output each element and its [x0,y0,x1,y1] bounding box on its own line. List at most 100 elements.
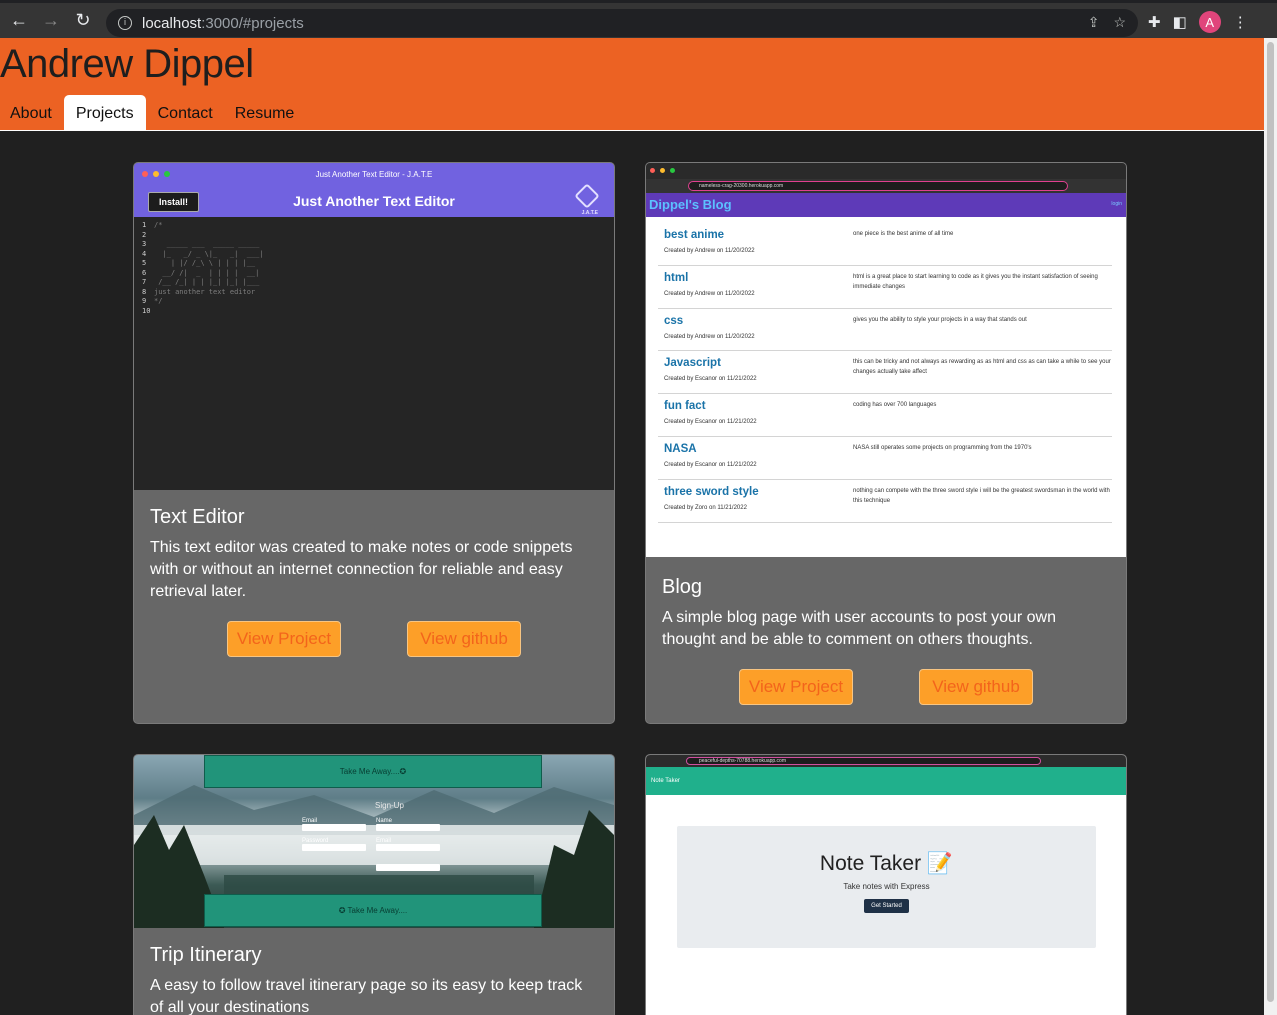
jate-logo-icon [574,183,600,209]
trip-bottom-banner: ✪ Take Me Away.... [204,894,542,927]
profile-avatar[interactable]: A [1198,11,1221,33]
blog-post-meta: Created by Escanor on 11/21/2022 [664,376,757,383]
browser-toolbar: ← → ↻ i localhost:3000/#projects ⇪ ☆ ✚ ◧… [0,0,1277,38]
info-icon[interactable]: i [118,16,132,30]
note-heading: Note Taker 📝 [819,852,954,875]
line-number: 10 [142,306,151,315]
note-url: peaceful-depths-70788.herokuapp.com [686,757,1041,765]
form-input [376,864,440,871]
note-address-bar: peaceful-depths-70788.herokuapp.com [646,755,1126,767]
blog-post: html Created by Andrew on 11/20/2022 html … [658,266,1112,309]
tab-contact[interactable]: Contact [148,95,223,131]
blog-post-body: html is a great place to start learning … [853,273,1098,290]
line-number: 6 [142,268,147,277]
view-github-button[interactable]: View github [407,621,521,657]
side-panel-icon[interactable]: ◧ [1173,13,1187,31]
blog-post-body: this can be tricky and not always as rew… [853,359,1111,376]
blog-post-meta: Created by Zoro on 11/21/2022 [664,504,747,511]
blog-login-link: login [1111,201,1122,207]
project-card-blog: nameless-crag-20300.herokuapp.com Dippel… [645,162,1127,724]
code-text: /* _____ ___ _____ _____ |_ _/ _ \|_ _| … [154,221,264,305]
line-number: 4 [142,249,147,258]
blog-post-list: best anime Created by Andrew on 11/20/202… [646,217,1126,557]
blog-post: css Created by Andrew on 11/20/2022 gives … [658,309,1112,352]
signup-title: Sign-Up [375,801,404,810]
address-bar[interactable]: i localhost:3000/#projects ⇪ ☆ [106,9,1138,37]
form-input [376,824,440,831]
project-screenshot: Just Another Text Editor - J.A.T.E Insta… [134,163,614,490]
page: Andrew Dippel About Projects Contact Res… [0,38,1264,1015]
blog-post-title: three sword style [664,485,759,498]
menu-kebab-icon[interactable]: ⋮ [1233,13,1248,31]
line-numbers: 1 2 3 4 5 6 7 8 9 10 [142,221,150,316]
view-project-button[interactable]: View Project [227,621,341,657]
blog-post-meta: Created by Andrew on 11/20/2022 [664,333,755,340]
url-host: localhost [142,14,202,32]
blog-post: best anime Created by Andrew on 11/20/202… [658,223,1112,266]
blog-post-title: css [664,314,684,327]
tab-about[interactable]: About [0,95,62,131]
jate-window-titlebar: Just Another Text Editor - J.A.T.E [134,163,614,185]
blog-post: NASA Created by Escanor on 11/21/2022 NASA… [658,437,1112,480]
project-card-note-taker: peaceful-depths-70788.herokuapp.com Note… [645,754,1127,1015]
project-card-text-editor: Just Another Text Editor - J.A.T.E Insta… [133,162,615,724]
site-header: Andrew Dippel About Projects Contact Res… [0,38,1264,131]
blog-title: Dippel's Blog [649,197,732,212]
blog-post-body: gives you the ability to style your proj… [853,316,1027,323]
view-github-button[interactable]: View github [919,669,1033,705]
share-icon[interactable]: ⇪ [1088,14,1100,31]
blog-post-title: html [664,271,689,284]
url-text: localhost:3000/#projects [142,15,304,32]
blog-post-meta: Created by Andrew on 11/20/2022 [664,248,755,254]
jate-app-title: Just Another Text Editor [293,193,455,209]
bookmark-star-icon[interactable]: ☆ [1113,14,1126,31]
project-description: A easy to follow travel itinerary page s… [150,977,583,1015]
tab-projects[interactable]: Projects [63,95,146,131]
line-number: 7 [142,278,147,286]
form-input [376,844,440,851]
blog-post: three sword style Created by Zoro on 11/2… [658,480,1112,523]
line-number: 8 [142,287,147,296]
site-nav: About Projects Contact Resume [0,95,306,131]
line-number: 1 [142,221,147,229]
blog-post-meta: Created by Andrew on 11/20/2022 [664,290,755,297]
reload-icon[interactable]: ↻ [67,5,99,37]
note-subheading: Take notes with Express [843,882,930,891]
forward-icon[interactable]: → [35,5,67,37]
blog-post-title: best anime [664,229,725,241]
note-jumbotron: Note Taker 📝 Take notes with Express Get… [677,826,1096,948]
blog-post: fun fact Created by Escanor on 11/21/2022… [658,394,1112,437]
blog-post-title: NASA [664,442,697,455]
back-icon[interactable]: ← [3,5,35,37]
form-input [302,844,366,851]
blog-post-body: one piece is the best anime of all time [853,231,954,237]
blog-post-body: coding has over 700 languages [853,402,937,409]
extensions-icon[interactable]: ✚ [1148,13,1161,31]
page-scrollbar[interactable] [1264,38,1277,1015]
blog-post-meta: Created by Escanor on 11/21/2022 [664,461,757,468]
site-title: Andrew Dippel [0,42,254,86]
url-path: :3000/#projects [201,14,304,32]
blog-address-bar: nameless-crag-20300.herokuapp.com [646,179,1126,193]
jate-window-title: Just Another Text Editor - J.A.T.E [315,169,433,179]
line-number: 5 [142,259,147,267]
line-number: 9 [142,297,147,305]
form-input [302,824,366,831]
blog-header: Dippel's Blog login [646,193,1126,217]
blog-post-title: fun fact [664,400,706,413]
install-button: Install! [148,192,200,212]
project-title: Text Editor [150,506,245,528]
project-title: Trip Itinerary [150,944,262,966]
project-card-trip-itinerary: Take Me Away....✪ Sign-Up Email Name Pas… [133,754,615,1015]
scrollbar-thumb[interactable] [1267,42,1274,1002]
tab-resume[interactable]: Resume [225,95,305,131]
project-title: Blog [662,576,703,598]
view-project-button[interactable]: View Project [739,669,853,705]
blog-post-title: Javascript [664,357,721,370]
get-started-button: Get Started [864,899,909,913]
jate-app-bar: Install! Just Another Text Editor J.A.T.… [134,183,614,217]
line-number: 2 [142,230,147,239]
project-screenshot: peaceful-depths-70788.herokuapp.com Note… [646,755,1126,1015]
project-description: A simple blog page with user accounts to… [662,609,1056,648]
blog-post-meta: Created by Escanor on 11/21/2022 [664,419,757,426]
